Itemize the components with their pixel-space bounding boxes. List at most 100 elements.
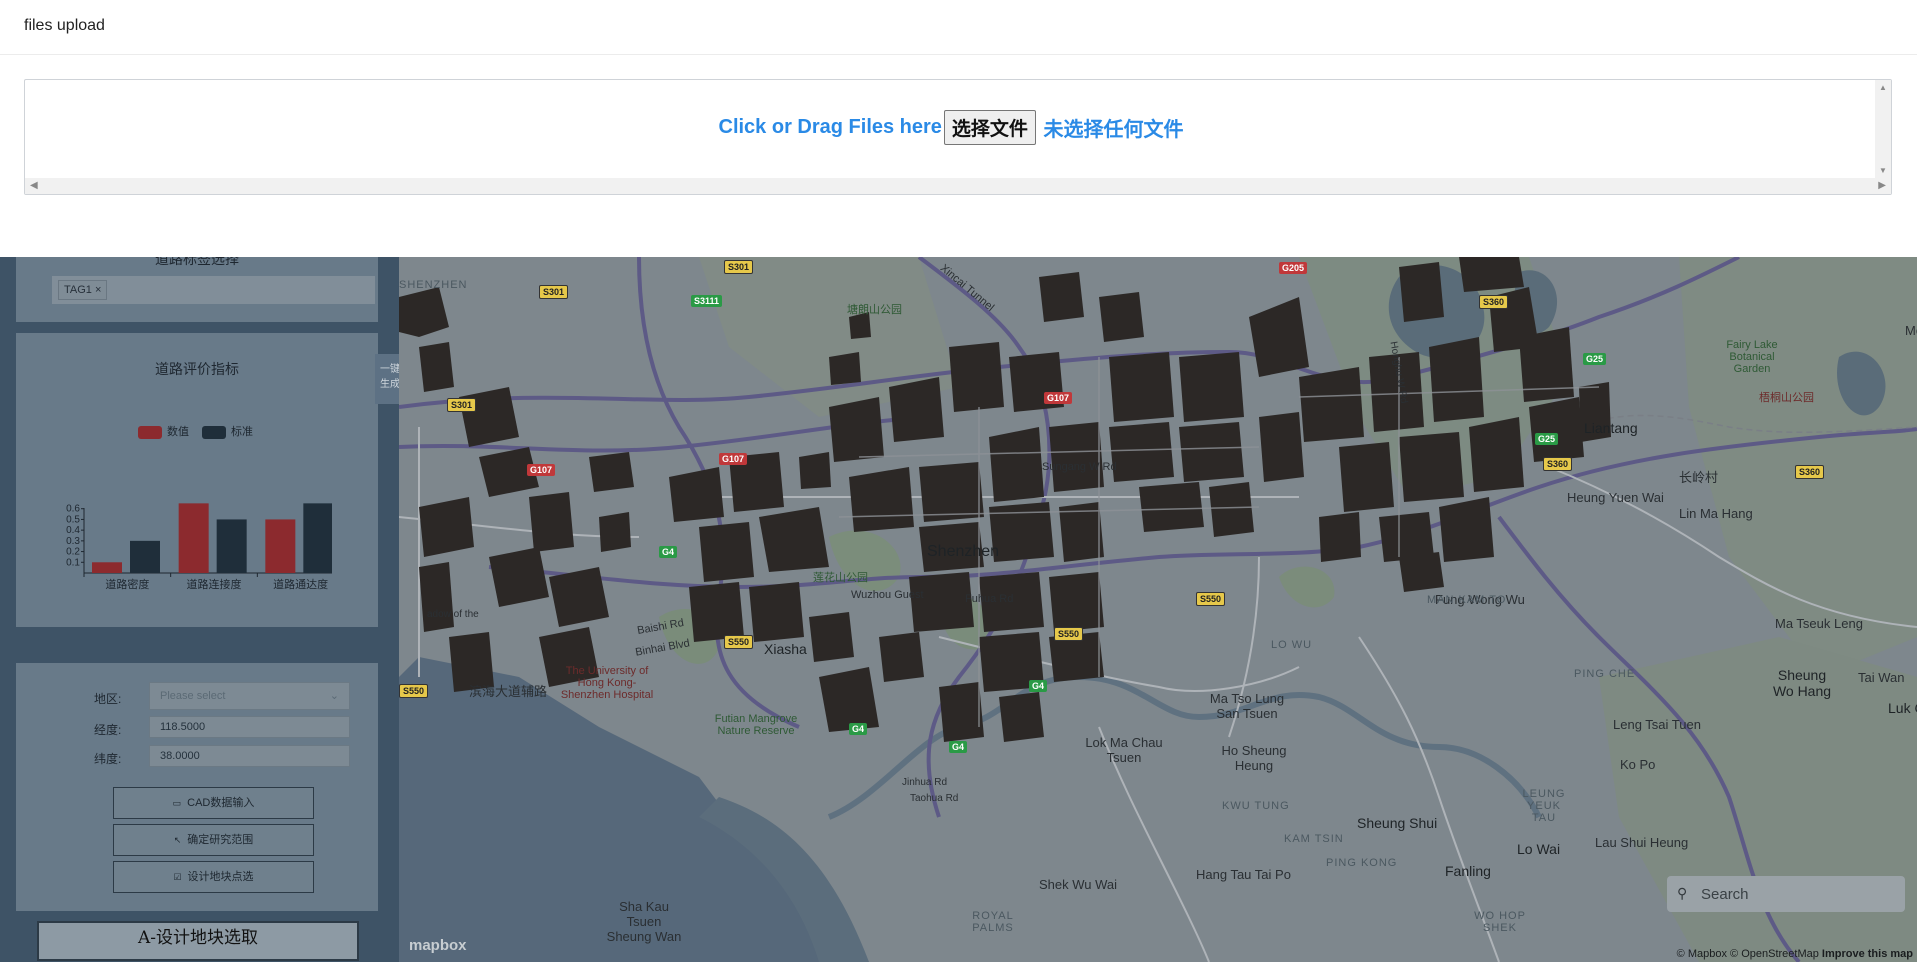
y-tick-label: 0.5: [66, 514, 80, 525]
map-canvas: [399, 257, 1917, 962]
map-label: Xiasha: [764, 641, 807, 657]
file-drop-zone[interactable]: Click or Drag Files here 选择文件 未选择任何文件 ▲ ▼…: [24, 79, 1892, 195]
button-label: 设计地块点选: [187, 871, 254, 883]
map-search-input[interactable]: Search: [1701, 886, 1749, 903]
road-shield: S301: [539, 285, 569, 299]
scroll-left-icon[interactable]: ◀: [30, 180, 38, 191]
map-view[interactable]: S301 S301 S301 S3111 G205 S360 G25 G25 S…: [399, 257, 1917, 962]
map-label: 长岭村: [1679, 470, 1719, 485]
region-label: 地区:: [94, 692, 122, 706]
map-label-park: Futian Mangrove Nature Reserve: [714, 713, 798, 737]
longitude-label: 经度:: [94, 723, 122, 737]
scroll-down-icon[interactable]: ▼: [1879, 166, 1887, 175]
map-label: 梧桐山公园: [1759, 392, 1814, 404]
magnifier-icon: ⚲: [1677, 885, 1688, 901]
map-label: Lau Shui Heung: [1595, 835, 1689, 850]
choose-file-button[interactable]: 选择文件: [943, 110, 1036, 145]
bar[interactable]: [216, 519, 247, 573]
y-tick-label: 0.2: [66, 547, 80, 558]
map-label-park: 莲花山公园: [813, 572, 868, 584]
map-search-box[interactable]: ⚲ Search: [1667, 876, 1905, 912]
chart-title: 道路评价指标: [155, 361, 239, 377]
road-shield: S550: [724, 635, 754, 649]
region-select[interactable]: Please select ⌄: [149, 682, 350, 710]
map-label-district: KAM TSIN: [1284, 833, 1344, 845]
map-label: Shek Wu Wai: [1039, 877, 1118, 892]
map-label-district: PING CHE: [1574, 668, 1636, 680]
map-label-district: LEUNG YEUK TAU: [1522, 788, 1566, 824]
road-shield: S550: [1196, 592, 1226, 606]
bar[interactable]: [303, 503, 332, 573]
tag-select[interactable]: TAG1 ×: [52, 276, 375, 304]
select-design-plot-button[interactable]: A-设计地块选取: [37, 921, 359, 961]
map-label-district: MAN KAM TO: [1427, 594, 1507, 606]
map-label: Ko Po: [1620, 757, 1656, 772]
map-label: Tai Wan: [1858, 670, 1905, 685]
road-shield: G4: [659, 546, 678, 558]
longitude-input[interactable]: 118.5000: [149, 716, 350, 738]
scroll-up-icon[interactable]: ▲: [1879, 83, 1887, 92]
legend-item-value[interactable]: 数值: [138, 423, 189, 439]
map-label-district: SHENZHEN: [399, 279, 468, 291]
vertical-scrollbar[interactable]: ▲ ▼: [1875, 80, 1891, 180]
map-label: Luk Cha: [1888, 700, 1917, 716]
cursor-icon: ↖: [173, 835, 182, 845]
road-shield: S360: [1795, 465, 1825, 479]
no-file-text: 未选择任何文件: [1043, 119, 1184, 141]
map-label-district: PING KONG: [1326, 857, 1398, 869]
generate-tab-label-2: 生成: [380, 379, 399, 390]
attribution-mapbox[interactable]: © Mapbox: [1677, 948, 1727, 960]
cad-input-button[interactable]: ▭ CAD数据输入: [113, 787, 314, 819]
map-label: Wuzhou Guest: [851, 589, 924, 601]
x-tick-label: 道路密度: [105, 577, 149, 591]
map-label: Fanling: [1445, 863, 1491, 879]
y-tick-label: 0.4: [66, 525, 80, 536]
generate-tab[interactable]: 一键 生成: [375, 354, 399, 404]
road-shield: S360: [1479, 295, 1509, 309]
latitude-label: 纬度:: [94, 752, 122, 766]
bar[interactable]: [265, 519, 296, 573]
legend-item-standard[interactable]: 标准: [202, 423, 253, 439]
tag-label: TAG1: [64, 284, 92, 296]
road-shield: S550: [1054, 627, 1084, 641]
map-label: Sheung Wo Hang: [1772, 667, 1832, 699]
y-tick-label: 0.3: [66, 536, 80, 547]
region-placeholder: Please select: [160, 690, 226, 702]
legend-swatch: [138, 425, 162, 439]
map-label: adow of the: [427, 609, 479, 620]
map-label: 滨海大道辅路: [469, 684, 548, 699]
set-scope-button[interactable]: ↖ 确定研究范围: [113, 824, 314, 856]
road-shield: G4: [1029, 680, 1048, 692]
plot-select-button[interactable]: ☑ 设计地块点选: [113, 861, 314, 893]
road-shield: G205: [1279, 262, 1308, 274]
scroll-right-icon[interactable]: ▶: [1878, 180, 1886, 191]
map-label: Lok Ma Chau Tsuen: [1085, 735, 1163, 765]
tag-remove-icon[interactable]: ×: [95, 284, 101, 296]
road-shield: G107: [719, 453, 748, 465]
map-attribution: © Mapbox © OpenStreetMap Improve this ma…: [1677, 948, 1913, 960]
horizontal-scrollbar[interactable]: ◀ ▶: [25, 178, 1891, 194]
map-label: Ma Tso Lung San Tsuen: [1209, 691, 1285, 721]
tag-card: 道路标签选择 TAG1 ×: [16, 257, 378, 322]
map-label: Liantang: [1584, 420, 1638, 436]
road-shield: S3111: [691, 295, 723, 307]
road-shield: G25: [1583, 353, 1607, 365]
map-label: Ho Sheung Heung: [1221, 743, 1287, 773]
map-label: Mount W: [1905, 323, 1917, 338]
map-label-city: Shenzhen: [927, 543, 1000, 560]
folder-icon: ▭: [172, 798, 182, 808]
road-shield: G107: [1044, 392, 1073, 404]
attribution-osm[interactable]: © OpenStreetMap: [1730, 948, 1819, 960]
bar[interactable]: [92, 562, 122, 573]
latitude-input[interactable]: 38.0000: [149, 745, 350, 767]
map-label: Sungang W Rd: [1042, 461, 1117, 473]
map-label: Leng Tsai Tuen: [1613, 717, 1701, 732]
top-bar: files upload: [0, 0, 1917, 55]
bar[interactable]: [178, 503, 209, 573]
legend-swatch: [202, 425, 226, 439]
improve-map-link[interactable]: Improve this map: [1822, 948, 1913, 960]
legend-label: 标准: [231, 426, 253, 438]
road-shield: G107: [527, 464, 556, 476]
road-shield: S550: [399, 684, 429, 698]
bar[interactable]: [130, 540, 160, 573]
